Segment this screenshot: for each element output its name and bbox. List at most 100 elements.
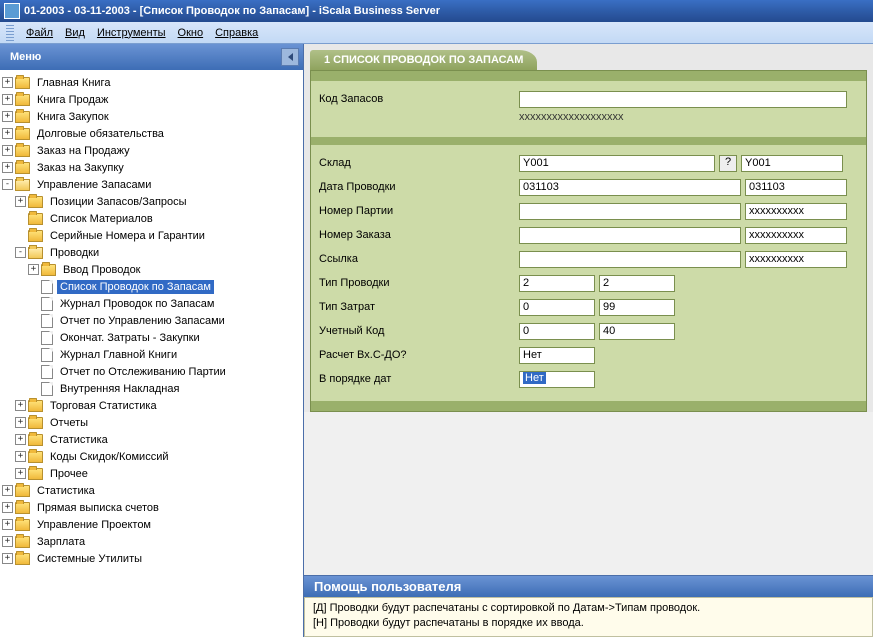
input-date-to[interactable]: [745, 179, 847, 196]
tree-item[interactable]: + Системные Утилиты: [2, 550, 301, 567]
input-warehouse-from[interactable]: [519, 155, 715, 172]
input-calc[interactable]: [519, 347, 595, 364]
tree-item[interactable]: Окончат. Затраты - Закупки: [2, 329, 301, 346]
tree-expander[interactable]: +: [2, 128, 13, 139]
tree-expander[interactable]: +: [15, 400, 26, 411]
tree-item-label: Журнал Главной Книги: [57, 348, 180, 362]
help-body: [Д] Проводки будут распечатаны с сортиро…: [304, 597, 873, 637]
tree-expander[interactable]: +: [15, 196, 26, 207]
input-cost-type-from[interactable]: [519, 299, 595, 316]
input-warehouse-to[interactable]: [741, 155, 843, 172]
tree-expander[interactable]: -: [2, 179, 13, 190]
input-date-from[interactable]: [519, 179, 741, 196]
tab-stock-transactions[interactable]: 1 СПИСОК ПРОВОДОК ПО ЗАПАСАМ: [310, 50, 537, 70]
tree-item[interactable]: +Главная Книга: [2, 74, 301, 91]
tree-item[interactable]: +Статистика: [2, 482, 301, 499]
input-batch-from[interactable]: [519, 203, 741, 220]
tree-item[interactable]: Журнал Проводок по Запасам: [2, 295, 301, 312]
tree-item[interactable]: Отчет по Управлению Запасами: [2, 312, 301, 329]
tree-expander[interactable]: +: [2, 502, 13, 513]
folder-open-icon: [15, 179, 30, 191]
tree-expander[interactable]: +: [2, 77, 13, 88]
input-acct-code-to[interactable]: [599, 323, 675, 340]
tree-item[interactable]: Внутренняя Накладная: [2, 380, 301, 397]
tree-item[interactable]: - Проводки: [2, 244, 301, 261]
input-order-by[interactable]: Нет: [519, 371, 595, 388]
tree-item[interactable]: Список Материалов: [2, 210, 301, 227]
tree-item-label: Отчет по Отслеживанию Партии: [57, 365, 229, 379]
sidebar-collapse-button[interactable]: [281, 48, 299, 66]
input-ref-to[interactable]: [745, 251, 847, 268]
tree-item[interactable]: Отчет по Отслеживанию Партии: [2, 363, 301, 380]
tree-item[interactable]: Список Проводок по Запасам: [2, 278, 301, 295]
document-icon: [41, 314, 53, 328]
tree-item-label: Коды Скидок/Комиссий: [47, 450, 172, 464]
tree-item[interactable]: +Торговая Статистика: [2, 397, 301, 414]
folder-icon: [41, 264, 56, 276]
input-ref-from[interactable]: [519, 251, 741, 268]
tree-item[interactable]: +Заказ на Продажу: [2, 142, 301, 159]
tree-item[interactable]: Журнал Главной Книги: [2, 346, 301, 363]
menu-item[interactable]: Инструменты: [91, 25, 172, 41]
tree-item-label: Внутренняя Накладная: [57, 382, 182, 396]
tree-item-label: Отчет по Управлению Запасами: [57, 314, 228, 328]
menu-item[interactable]: Вид: [59, 25, 91, 41]
input-tr-type-from[interactable]: [519, 275, 595, 292]
window-titlebar: 01-2003 - 03-11-2003 - [Список Проводок …: [0, 0, 873, 22]
folder-icon: [28, 196, 43, 208]
tree-item[interactable]: + Коды Скидок/Комиссий: [2, 448, 301, 465]
tree-expander[interactable]: +: [2, 162, 13, 173]
tree-item[interactable]: +Позиции Запасов/Запросы: [2, 193, 301, 210]
tree-item[interactable]: +Ввод Проводок: [2, 261, 301, 278]
tree-item-label: Статистика: [47, 433, 111, 447]
tree-expander[interactable]: +: [15, 468, 26, 479]
input-order-to[interactable]: [745, 227, 847, 244]
input-tr-type-to[interactable]: [599, 275, 675, 292]
tree-expander[interactable]: +: [2, 536, 13, 547]
tree-item[interactable]: +Книга Продаж: [2, 91, 301, 108]
tree-item[interactable]: + Статистика: [2, 431, 301, 448]
tree-item[interactable]: +Управление Проектом: [2, 516, 301, 533]
tree-expander[interactable]: +: [2, 94, 13, 105]
input-acct-code-from[interactable]: [519, 323, 595, 340]
toolbar-grip: [6, 25, 14, 41]
tree-item-label: Проводки: [47, 246, 102, 260]
tree-item-label: Журнал Проводок по Запасам: [57, 297, 217, 311]
label-stock-code: Код Запасов: [319, 93, 519, 105]
folder-icon: [15, 94, 30, 106]
menu-item[interactable]: Справка: [209, 25, 264, 41]
tree-item-label: Системные Утилиты: [34, 552, 145, 566]
tree-expander[interactable]: +: [2, 553, 13, 564]
warehouse-lookup-button[interactable]: ?: [719, 155, 737, 172]
tree-item-label: Список Материалов: [47, 212, 156, 226]
tree-item[interactable]: +Зарплата: [2, 533, 301, 550]
menu-item[interactable]: Файл: [20, 25, 59, 41]
app-icon: [4, 3, 20, 19]
tree-item[interactable]: +Заказ на Закупку: [2, 159, 301, 176]
tree-expander[interactable]: +: [28, 264, 39, 275]
input-stock-code[interactable]: [519, 91, 847, 108]
tree-item[interactable]: +Отчеты: [2, 414, 301, 431]
label-ref: Ссылка: [319, 253, 519, 265]
input-order-from[interactable]: [519, 227, 741, 244]
tree-item[interactable]: -Управление Запасами: [2, 176, 301, 193]
document-icon: [41, 280, 53, 294]
tree-expander[interactable]: +: [2, 111, 13, 122]
input-cost-type-to[interactable]: [599, 299, 675, 316]
tree-item[interactable]: +Долговые обязательства: [2, 125, 301, 142]
tree-item[interactable]: +Книга Закупок: [2, 108, 301, 125]
tree-item[interactable]: +Прямая выписка счетов: [2, 499, 301, 516]
tree-item[interactable]: +Прочее: [2, 465, 301, 482]
stock-code-mask: xxxxxxxxxxxxxxxxxxx: [319, 111, 858, 123]
tree-expander[interactable]: -: [15, 247, 26, 258]
tree-item[interactable]: Серийные Номера и Гарантии: [2, 227, 301, 244]
tree-expander[interactable]: +: [15, 451, 26, 462]
folder-icon: [15, 128, 30, 140]
menu-item[interactable]: Окно: [172, 25, 210, 41]
tree-expander[interactable]: +: [2, 485, 13, 496]
tree-expander[interactable]: +: [15, 434, 26, 445]
tree-expander[interactable]: +: [2, 145, 13, 156]
tree-expander[interactable]: +: [15, 417, 26, 428]
input-batch-to[interactable]: [745, 203, 847, 220]
tree-expander[interactable]: +: [2, 519, 13, 530]
